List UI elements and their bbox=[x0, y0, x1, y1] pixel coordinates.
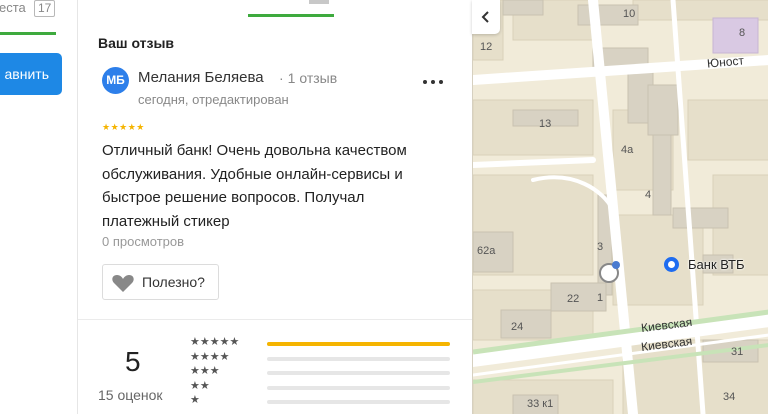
rating-row-stars: ★ bbox=[190, 394, 200, 406]
rating-row-stars: ★★★ bbox=[190, 365, 220, 377]
review-text: Отличный банк! Очень довольна качеством … bbox=[102, 142, 407, 230]
divider bbox=[78, 319, 472, 320]
map[interactable]: 12 10 8 13 4а 4 3 62а 1 22 24 31 34 33 к… bbox=[472, 0, 768, 414]
bank-location-marker[interactable] bbox=[664, 257, 679, 272]
review-date: сегодня, отредактирован bbox=[138, 92, 289, 107]
avatar[interactable]: МБ bbox=[102, 67, 129, 94]
building-number: 4 bbox=[645, 189, 652, 201]
author-name[interactable]: Мелания Беляева bbox=[138, 69, 264, 86]
building-number: 24 bbox=[511, 321, 524, 333]
building-number: 31 bbox=[731, 346, 744, 358]
rating-row-bar bbox=[267, 385, 450, 390]
building-number: 10 bbox=[623, 8, 636, 20]
rating-row-stars: ★★ bbox=[190, 379, 210, 392]
rating-row-stars: ★★★★ bbox=[190, 350, 230, 363]
rating-row-bar bbox=[267, 371, 450, 375]
building-number: 3 bbox=[597, 241, 604, 253]
heart-icon bbox=[112, 275, 134, 292]
rating-value: 5 bbox=[125, 346, 141, 377]
views-count: 0 просмотров bbox=[102, 234, 185, 249]
useful-button[interactable]: Полезно? bbox=[102, 264, 219, 300]
building-number: 1 bbox=[597, 292, 604, 304]
left-panel: еста 17 авнить bbox=[0, 0, 78, 414]
reviews-tab-underline bbox=[248, 14, 334, 17]
chevron-left-icon bbox=[481, 11, 489, 23]
active-tab-underline bbox=[0, 32, 56, 35]
building-number: 62а bbox=[477, 245, 496, 257]
review-rating-stars: ★★★★★ bbox=[102, 122, 145, 132]
useful-button-label: Полезно? bbox=[142, 274, 205, 290]
building-number: 8 bbox=[739, 27, 746, 39]
review-panel: Ваш отзыв МБ Мелания Беляева · 1 отзыв се… bbox=[78, 0, 472, 414]
building-number: 12 bbox=[480, 41, 493, 53]
rating-row-bar bbox=[267, 356, 450, 361]
tab-edge bbox=[309, 0, 329, 4]
building-number: 4а bbox=[621, 144, 634, 156]
building-number: 22 bbox=[567, 293, 580, 305]
rating-count: 15 оценок bbox=[98, 387, 163, 403]
rating-row: ★ bbox=[190, 393, 450, 411]
more-options-button[interactable] bbox=[418, 71, 448, 91]
rating-row-stars: ★★★★★ bbox=[190, 336, 240, 348]
building-number: 13 bbox=[539, 118, 552, 130]
bank-label[interactable]: Банк ВТБ bbox=[688, 257, 745, 272]
rating-row-bar-fill bbox=[267, 342, 450, 346]
compare-button[interactable]: авнить bbox=[0, 53, 62, 95]
more-icon bbox=[423, 80, 427, 84]
rating-row-bar bbox=[267, 400, 450, 404]
collapse-panel-button[interactable] bbox=[472, 0, 500, 34]
reviews-count-text: 1 отзыв bbox=[287, 70, 338, 86]
rating-row-bar bbox=[267, 342, 450, 346]
building-number: 33 к1 bbox=[527, 398, 554, 410]
building-number: 34 bbox=[723, 391, 736, 403]
places-tab-count: 17 bbox=[34, 0, 56, 17]
author-reviews-count: · 1 отзыв bbox=[279, 70, 338, 86]
section-title: Ваш отзыв bbox=[98, 35, 175, 51]
places-tab-label: еста bbox=[0, 0, 26, 15]
